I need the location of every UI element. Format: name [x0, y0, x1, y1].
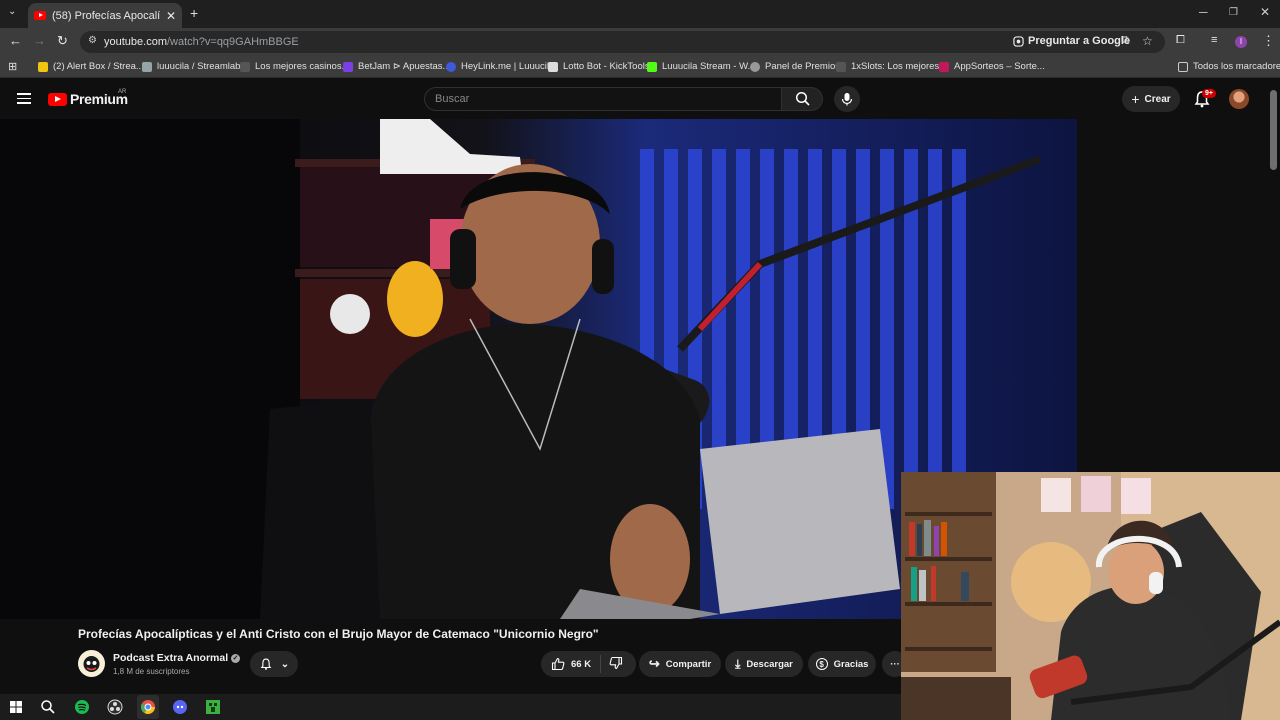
search-icon [795, 91, 810, 106]
channel-name[interactable]: Podcast Extra Anormal ✓ [113, 652, 241, 664]
youtube-header: Premium AR Buscar + Crear [0, 79, 1280, 119]
youtube-premium-logo[interactable]: Premium [48, 91, 128, 107]
bookmark-favicon-icon [647, 61, 657, 72]
bookmark-favicon-icon [750, 61, 760, 72]
browser-tab-youtube[interactable]: (58) Profecías Apocalípticas y el ✕ [28, 3, 182, 28]
site-info-icon[interactable]: ⚙ [88, 35, 97, 46]
bookmark-item[interactable]: Lotto Bot - KickTools [548, 61, 650, 72]
back-arrow-icon[interactable]: ← [9, 33, 22, 48]
url-text: youtube.com/watch?v=qq9GAHmBBGE [104, 36, 299, 48]
bookmark-item[interactable]: (2) Alert Box / Strea... [38, 61, 144, 72]
address-bar[interactable]: ⚙ youtube.com/watch?v=qq9GAHmBBGE Pregun… [80, 31, 1165, 53]
create-button[interactable]: + Crear [1122, 86, 1180, 112]
bookmark-item[interactable]: Luuucila Stream - W... [647, 61, 755, 72]
folder-icon [1178, 61, 1188, 72]
browser-toolbar: ← → ↻ ⚙ youtube.com/watch?v=qq9GAHmBBGE … [0, 28, 1280, 56]
hamburger-menu-icon[interactable] [17, 93, 31, 104]
ask-google-label: Preguntar a Google [1028, 35, 1131, 47]
close-window-icon[interactable]: ✕ [1260, 5, 1270, 19]
dislike-button[interactable] [601, 656, 623, 673]
thumbs-up-icon [551, 657, 565, 671]
minecraft-icon[interactable] [205, 699, 221, 715]
bookmark-favicon-icon [142, 61, 152, 72]
webcam-overlay [901, 472, 1280, 720]
notification-count-badge: 9+ [1202, 89, 1216, 98]
bookmarks-bar: ⊞ (2) Alert Box / Strea... luuucila / St… [0, 56, 1280, 78]
reload-icon[interactable]: ↻ [57, 33, 68, 49]
like-count: 66 K [571, 658, 592, 670]
profile-avatar[interactable]: I [1235, 36, 1247, 48]
extensions-icon[interactable]: ⧠ [1176, 34, 1185, 47]
active-app-indicator [137, 695, 159, 719]
browser-tab-strip: ⌄ (58) Profecías Apocalípticas y el ✕ + … [0, 0, 1280, 28]
share-icon: ↪ [648, 656, 660, 671]
windows-start-icon[interactable] [8, 699, 24, 715]
download-icon: ⤓ [735, 656, 741, 671]
region-code: AR [118, 89, 127, 95]
all-bookmarks-folder[interactable]: Todos los marcadores [1178, 61, 1280, 72]
subscriber-count: 1,8 M de suscriptores [113, 667, 190, 676]
bookmark-item[interactable]: 1xSlots: Los mejores... [836, 61, 947, 72]
bookmark-item[interactable]: Panel de Premios [750, 61, 840, 72]
bookmark-favicon-icon [836, 61, 846, 72]
youtube-play-icon [48, 92, 67, 106]
search-input[interactable]: Buscar [424, 87, 782, 111]
account-avatar[interactable] [1229, 89, 1249, 109]
bell-icon [260, 658, 272, 670]
minimize-icon[interactable]: ─ [1199, 5, 1208, 19]
bookmark-item[interactable]: HeyLink.me | Luuucila [446, 61, 554, 72]
taskbar-search-icon[interactable] [40, 699, 56, 715]
bookmark-item[interactable]: Los mejores casinos... [240, 61, 350, 72]
more-dots-icon: ··· [890, 658, 900, 670]
bookmark-favicon-icon [38, 61, 48, 72]
thanks-button[interactable]: $ Gracias [808, 651, 876, 677]
video-title: Profecías Apocalípticas y el Anti Cristo… [78, 627, 599, 641]
like-dislike-group: 66 K [541, 651, 636, 677]
channel-avatar[interactable] [78, 650, 105, 677]
bookmark-favicon-icon [548, 61, 558, 72]
spotify-icon[interactable] [74, 699, 90, 715]
bookmark-item[interactable]: BetJam ⊳ Apuestas... [343, 61, 450, 72]
channel-logo-icon [78, 650, 105, 677]
media-controls-icon[interactable]: ≡ [1211, 34, 1217, 46]
bookmark-favicon-icon [343, 61, 353, 72]
chevron-down-icon: ⌄ [280, 658, 290, 670]
download-button[interactable]: ⤓ Descargar [725, 651, 803, 677]
forward-arrow-icon[interactable]: → [33, 33, 46, 48]
install-app-icon[interactable]: ⧉ [1121, 34, 1129, 47]
verified-check-icon: ✓ [231, 653, 241, 663]
youtube-favicon-icon [34, 11, 46, 20]
tab-list-chevron-icon[interactable]: ⌄ [8, 6, 16, 17]
like-button[interactable]: 66 K [541, 655, 601, 673]
plus-icon: + [1131, 91, 1140, 107]
windows-taskbar [0, 694, 901, 720]
thumbs-down-icon [609, 656, 623, 669]
apps-grid-icon[interactable]: ⊞ [8, 60, 17, 73]
bookmark-item[interactable]: luuucila / Streamlabs [142, 61, 245, 72]
google-lens-icon [1013, 35, 1024, 47]
voice-search-button[interactable] [834, 86, 860, 112]
page-scrollbar[interactable] [1270, 90, 1277, 170]
share-button[interactable]: ↪ Compartir [639, 651, 721, 677]
bookmark-favicon-icon [240, 61, 250, 72]
microphone-icon [841, 93, 853, 106]
ask-google-button[interactable]: Preguntar a Google [1013, 35, 1130, 47]
search-button[interactable] [781, 87, 823, 111]
webcam-frame [901, 472, 1280, 720]
thanks-dollar-icon: $ [815, 658, 828, 670]
obs-icon[interactable] [107, 699, 123, 715]
tab-title: (58) Profecías Apocalípticas y el [52, 9, 160, 22]
bookmark-favicon-icon [939, 61, 949, 72]
chrome-menu-icon[interactable]: ⋮ [1262, 33, 1275, 49]
bookmark-star-icon[interactable]: ☆ [1142, 34, 1153, 48]
restore-icon[interactable]: ❐ [1229, 7, 1238, 18]
subscribed-notifications-button[interactable]: ⌄ [250, 651, 298, 677]
new-tab-icon[interactable]: + [190, 5, 198, 21]
bookmark-favicon-icon [446, 61, 456, 72]
bookmark-item[interactable]: AppSorteos – Sorte... [939, 61, 1045, 72]
chat-app-icon[interactable] [172, 699, 188, 715]
close-tab-icon[interactable]: ✕ [166, 9, 176, 23]
